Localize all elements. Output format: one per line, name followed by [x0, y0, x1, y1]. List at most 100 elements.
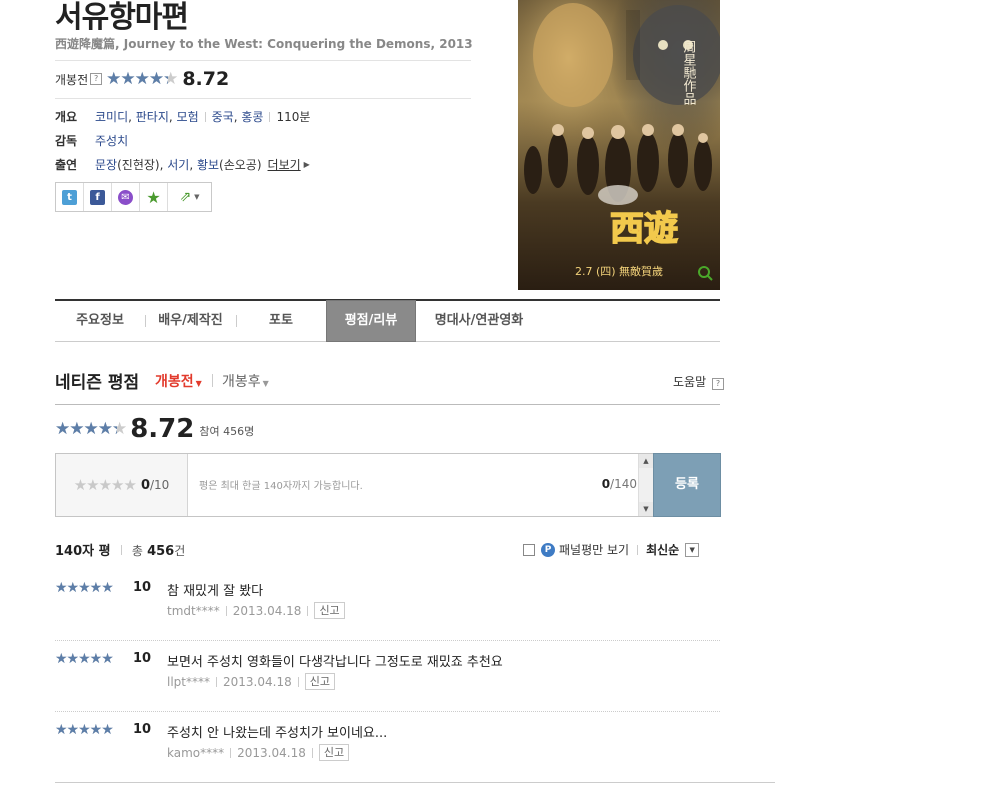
- runtime: 110분: [276, 110, 311, 124]
- tab-photo[interactable]: 포토: [236, 301, 326, 341]
- chevron-down-icon: ▼: [194, 193, 200, 201]
- review-date: 2013.04.18: [223, 674, 292, 689]
- review-meta: tmdt**** 2013.04.18 신고: [167, 602, 345, 619]
- scroll-down-icon[interactable]: ▼: [639, 502, 653, 516]
- panel-only-label[interactable]: 패널평만 보기: [559, 541, 629, 558]
- tab-cast-crew[interactable]: 배우/제작진: [145, 301, 236, 341]
- review-user[interactable]: tmdt****: [167, 604, 220, 618]
- more-cast-link[interactable]: 더보기: [268, 156, 301, 173]
- char-max: /140: [610, 477, 637, 491]
- review-score: 10: [133, 651, 152, 666]
- netizen-score: 8.72: [130, 414, 195, 444]
- kakao-share-button[interactable]: ✉: [112, 183, 140, 211]
- my-score-max: /10: [149, 478, 170, 492]
- sort-select[interactable]: 최신순: [646, 541, 679, 558]
- genre-link[interactable]: 판타지: [136, 108, 169, 125]
- movie-subtitle: 西遊降魔篇, Journey to the West: Conquering t…: [55, 37, 473, 51]
- genre-link[interactable]: 모험: [177, 108, 199, 125]
- textarea-scrollbar[interactable]: ▲ ▼: [638, 454, 653, 516]
- movie-title: 서유항마편: [55, 0, 189, 35]
- poster-image: 西遊 2.7 (四) 無敵賀歲 周星馳作品: [518, 0, 720, 290]
- filter-post-release[interactable]: 개봉후 ▼: [222, 371, 269, 391]
- chevron-right-icon: ▶: [303, 160, 310, 169]
- help-icon: ?: [711, 378, 724, 390]
- director-link[interactable]: 주성치: [95, 132, 128, 149]
- svg-text:周星馳作品: 周星馳作品: [681, 40, 697, 105]
- report-button[interactable]: 신고: [318, 744, 350, 761]
- movie-poster[interactable]: 西遊 2.7 (四) 無敵賀歲 周星馳作品: [518, 0, 720, 290]
- facebook-icon: f: [90, 189, 105, 205]
- review-date: 2013.04.18: [232, 603, 302, 618]
- list-title: 140자 평: [55, 544, 111, 559]
- rating-value: 8.72: [182, 68, 230, 90]
- country-link[interactable]: 홍콩: [241, 108, 263, 125]
- help-label: 도움말: [673, 375, 707, 389]
- total-label: 총: [131, 544, 143, 558]
- divider: [55, 98, 471, 99]
- scroll-up-icon[interactable]: ▲: [639, 454, 653, 468]
- review-text: 보면서 주성치 영화들이 다생각납니다 그정도로 재밌죠 추천요: [167, 655, 503, 670]
- twitter-share-button[interactable]: t: [56, 183, 84, 211]
- review-textarea[interactable]: 평은 최대 한글 140자까지 가능합니다. 0/140: [188, 454, 640, 516]
- divider: [55, 404, 720, 405]
- caret-down-icon: ▼: [195, 379, 202, 388]
- char-counter: 0/140: [602, 477, 637, 491]
- review-user[interactable]: llpt****: [167, 675, 210, 689]
- country-link[interactable]: 중국: [212, 108, 234, 125]
- total-unit: 건: [174, 544, 186, 558]
- review-list-header: 140자 평 총 456건: [55, 540, 185, 559]
- favorite-button[interactable]: ★: [140, 183, 168, 211]
- separator: [307, 605, 309, 616]
- separator: [637, 544, 639, 555]
- review-score: 10: [133, 580, 152, 595]
- genre-link[interactable]: 코미디: [95, 108, 128, 125]
- report-button[interactable]: 신고: [304, 673, 335, 690]
- cast-link[interactable]: 황보: [197, 156, 219, 173]
- review-stars-fill: ★★★★★: [55, 580, 113, 596]
- review-input-box: ★★★★★ 0/10 평은 최대 한글 140자까지 가능합니다. 0/140 …: [55, 453, 654, 517]
- report-button[interactable]: 신고: [314, 602, 345, 619]
- review-stars-fill: ★★★★★: [55, 722, 113, 738]
- cast-link[interactable]: 서기: [167, 156, 189, 173]
- director-label: 감독: [55, 134, 78, 148]
- twitter-icon: t: [62, 189, 77, 205]
- netizen-stars-fill: ★★★★★: [55, 419, 117, 439]
- review-meta: kamo**** 2013.04.18 신고: [167, 744, 350, 761]
- review-text: 참 재밌게 잘 봤다: [167, 584, 264, 599]
- review-meta: llpt**** 2013.04.18 신고: [167, 673, 335, 690]
- tab-rating-review[interactable]: 평점/리뷰: [326, 300, 416, 342]
- cast-role: (손오공): [219, 158, 262, 172]
- pre-release-rating: 개봉전 ? ★★★★★★★★★★ 8.72: [55, 66, 229, 92]
- tab-main-info[interactable]: 주요정보: [55, 301, 145, 341]
- help-link[interactable]: 도움말 ?: [673, 373, 724, 390]
- char-count: 0: [601, 477, 611, 491]
- filter-pre-release[interactable]: 개봉전 ▼: [155, 371, 202, 391]
- review-item: ★★★★★ ★★★★★ 10 주성치 안 나왔는데 주성치가 보이네요... ka…: [55, 712, 720, 783]
- review-text: 주성치 안 나왔는데 주성치가 보이네요...: [167, 726, 388, 741]
- list-controls: P 패널평만 보기 최신순 ▼: [523, 541, 700, 558]
- separator: [269, 111, 271, 122]
- submit-button[interactable]: 등록: [653, 453, 721, 517]
- separator: [297, 676, 299, 687]
- share-icon: ⇗: [179, 189, 192, 205]
- help-icon[interactable]: ?: [90, 73, 103, 85]
- panel-only-checkbox[interactable]: [523, 543, 535, 556]
- svg-text:2.7 (四) 無敵賀歲: 2.7 (四) 無敵賀歲: [575, 264, 663, 278]
- separator: [230, 747, 232, 758]
- filter-post-release-label: 개봉후: [222, 374, 261, 390]
- tab-quotes-related[interactable]: 명대사/연관영화: [416, 301, 542, 341]
- cast-role: (진현장): [117, 158, 160, 172]
- total-count: 456: [147, 544, 175, 559]
- review-user[interactable]: kamo****: [167, 746, 224, 760]
- caret-down-icon: ▼: [262, 379, 269, 388]
- share-more-button[interactable]: ⇗ ▼: [168, 183, 211, 211]
- my-rating-stars[interactable]: ★★★★★: [74, 476, 137, 494]
- rating-stars: ★★★★★★★★★★: [106, 69, 178, 89]
- chevron-down-icon[interactable]: ▼: [685, 542, 700, 557]
- my-rating[interactable]: ★★★★★ 0/10: [56, 454, 188, 516]
- facebook-share-button[interactable]: f: [84, 183, 112, 211]
- review-stars: ★★★★★ ★★★★★: [55, 722, 114, 738]
- cast-link[interactable]: 문장: [95, 156, 117, 173]
- review-stars-fill: ★★★★★: [55, 651, 113, 667]
- svg-text:西遊: 西遊: [610, 209, 678, 249]
